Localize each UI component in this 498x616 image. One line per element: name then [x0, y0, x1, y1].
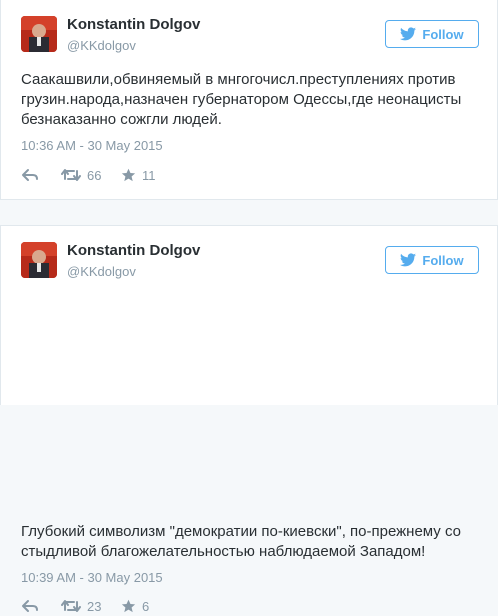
reply-icon	[22, 169, 38, 181]
star-icon	[121, 599, 136, 613]
reply-button[interactable]	[21, 168, 61, 182]
reply-button[interactable]	[21, 599, 61, 613]
tweet-card: Konstantin Dolgov @KKdolgov Follow Глубо…	[0, 225, 498, 614]
tweet-card: Konstantin Dolgov @KKdolgov Follow Саака…	[0, 0, 498, 200]
avatar[interactable]	[21, 16, 57, 52]
tweet-text: Глубокий символизм "демократии по-киевск…	[21, 523, 461, 560]
retweet-icon	[61, 169, 81, 181]
tweet-timestamp[interactable]: 10:36 AM - 30 May 2015	[21, 138, 163, 153]
author-handle[interactable]: @KKdolgov	[67, 38, 136, 53]
twitter-bird-icon	[400, 253, 417, 267]
author-name[interactable]: Konstantin Dolgov	[67, 16, 200, 33]
favorite-count: 11	[142, 167, 156, 183]
retweet-count: 66	[87, 167, 102, 183]
follow-label: Follow	[422, 252, 464, 268]
follow-button[interactable]: Follow	[385, 246, 479, 274]
tweet-actions: 66 11	[21, 165, 171, 185]
tweet-timestamp[interactable]: 10:39 AM - 30 May 2015	[21, 570, 163, 585]
reply-icon	[22, 600, 38, 612]
author-handle[interactable]: @KKdolgov	[67, 264, 136, 279]
retweet-count: 23	[87, 598, 102, 614]
twitter-bird-icon	[400, 27, 417, 41]
follow-button[interactable]: Follow	[385, 20, 479, 48]
retweet-icon	[61, 600, 81, 612]
follow-label: Follow	[422, 26, 464, 42]
favorite-count: 6	[142, 598, 150, 614]
favorite-button[interactable]: 11	[121, 168, 171, 183]
retweet-button[interactable]: 23	[61, 599, 121, 614]
retweet-button[interactable]: 66	[61, 168, 121, 183]
star-icon	[121, 168, 136, 182]
favorite-button[interactable]: 6	[121, 599, 171, 614]
avatar[interactable]	[21, 242, 57, 278]
author-name[interactable]: Konstantin Dolgov	[67, 242, 200, 259]
tweet-actions: 23 6	[21, 596, 171, 616]
tweet-text: Саакашвили,обвиняемый в мнгогочисл.прест…	[21, 71, 462, 128]
